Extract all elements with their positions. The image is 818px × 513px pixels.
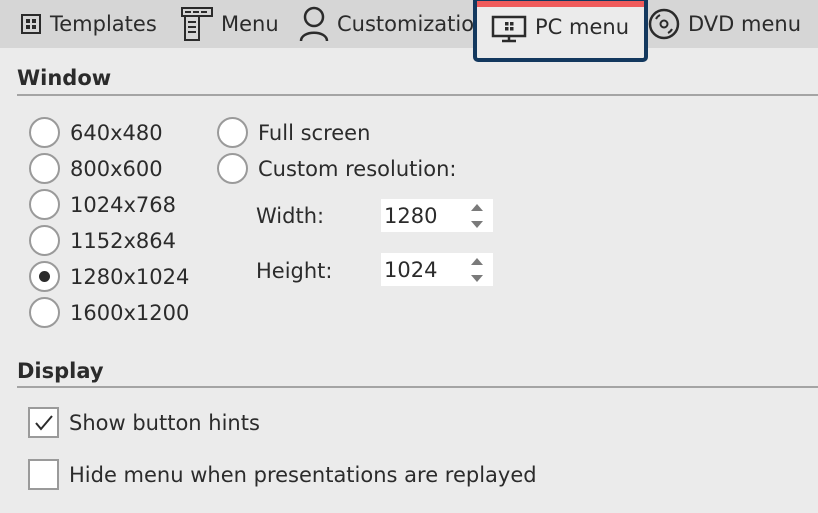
radio-label: 800x600 [70,156,163,181]
radio-circle[interactable] [29,225,60,256]
checkmark-icon [34,414,53,431]
section-divider [17,386,818,388]
section-title-display: Display [17,359,104,383]
radio-label: 640x480 [70,120,163,145]
radio-full-screen[interactable]: Full screen [217,117,370,148]
tab-label: DVD menu [688,12,802,36]
tab-pc-menu[interactable]: PC menu [473,0,648,62]
radio-1152x864[interactable]: 1152x864 [29,225,176,256]
radio-circle-selected[interactable] [29,261,60,292]
radio-circle[interactable] [29,189,60,220]
tab-label: Menu [221,12,279,36]
tab-label: PC menu [535,15,629,39]
radio-label: 1152x864 [70,228,176,253]
tab-label: Templates [50,12,157,36]
user-icon [299,6,329,42]
spin-down-icon[interactable] [471,275,483,282]
tab-menu[interactable]: Menu [181,0,279,48]
checkbox-label: Show button hints [69,410,260,435]
spin-up-icon[interactable] [471,258,483,265]
radio-circle[interactable] [217,153,248,184]
radio-label: 1280x1024 [70,264,190,289]
radio-640x480[interactable]: 640x480 [29,117,163,148]
height-value[interactable]: 1024 [384,258,437,282]
spin-up-icon[interactable] [471,204,483,211]
checkbox-show-button-hints[interactable]: Show button hints [28,407,260,438]
radio-label: Custom resolution: [258,156,457,181]
tab-dvd-menu[interactable]: DVD menu [648,0,801,48]
height-spinbox[interactable]: 1024 [381,253,493,286]
radio-custom-resolution[interactable]: Custom resolution: [217,153,456,184]
radio-circle[interactable] [217,117,248,148]
tab-templates[interactable]: Templates [20,0,157,48]
templates-grid-icon [20,13,42,35]
tab-customization[interactable]: Customization [299,0,487,48]
section-divider [17,94,818,96]
radio-label: 1600x1200 [70,300,190,325]
radio-circle[interactable] [29,153,60,184]
radio-label: Full screen [258,120,371,145]
width-spinbox[interactable]: 1280 [381,199,493,232]
radio-label: 1024x768 [70,192,176,217]
radio-circle[interactable] [29,117,60,148]
height-label: Height: [256,259,333,283]
radio-800x600[interactable]: 800x600 [29,153,163,184]
menu-layout-icon [181,7,213,41]
checkbox-hide-menu[interactable]: Hide menu when presentations are replaye… [28,459,537,490]
disc-icon [648,8,680,40]
tab-label: Customization [337,12,488,36]
checkbox-label: Hide menu when presentations are replaye… [69,462,537,487]
width-value[interactable]: 1280 [384,204,437,228]
radio-1280x1024[interactable]: 1280x1024 [29,261,189,292]
spin-down-icon[interactable] [471,221,483,228]
tab-bar: Templates Menu Customization PC menu DVD… [0,0,818,62]
width-label: Width: [256,204,325,228]
monitor-windows-icon [491,15,527,43]
radio-1024x768[interactable]: 1024x768 [29,189,176,220]
section-title-window: Window [17,66,112,90]
checkbox-box[interactable] [28,459,59,490]
radio-1600x1200[interactable]: 1600x1200 [29,297,189,328]
checkbox-box-checked[interactable] [28,407,59,438]
radio-circle[interactable] [29,297,60,328]
